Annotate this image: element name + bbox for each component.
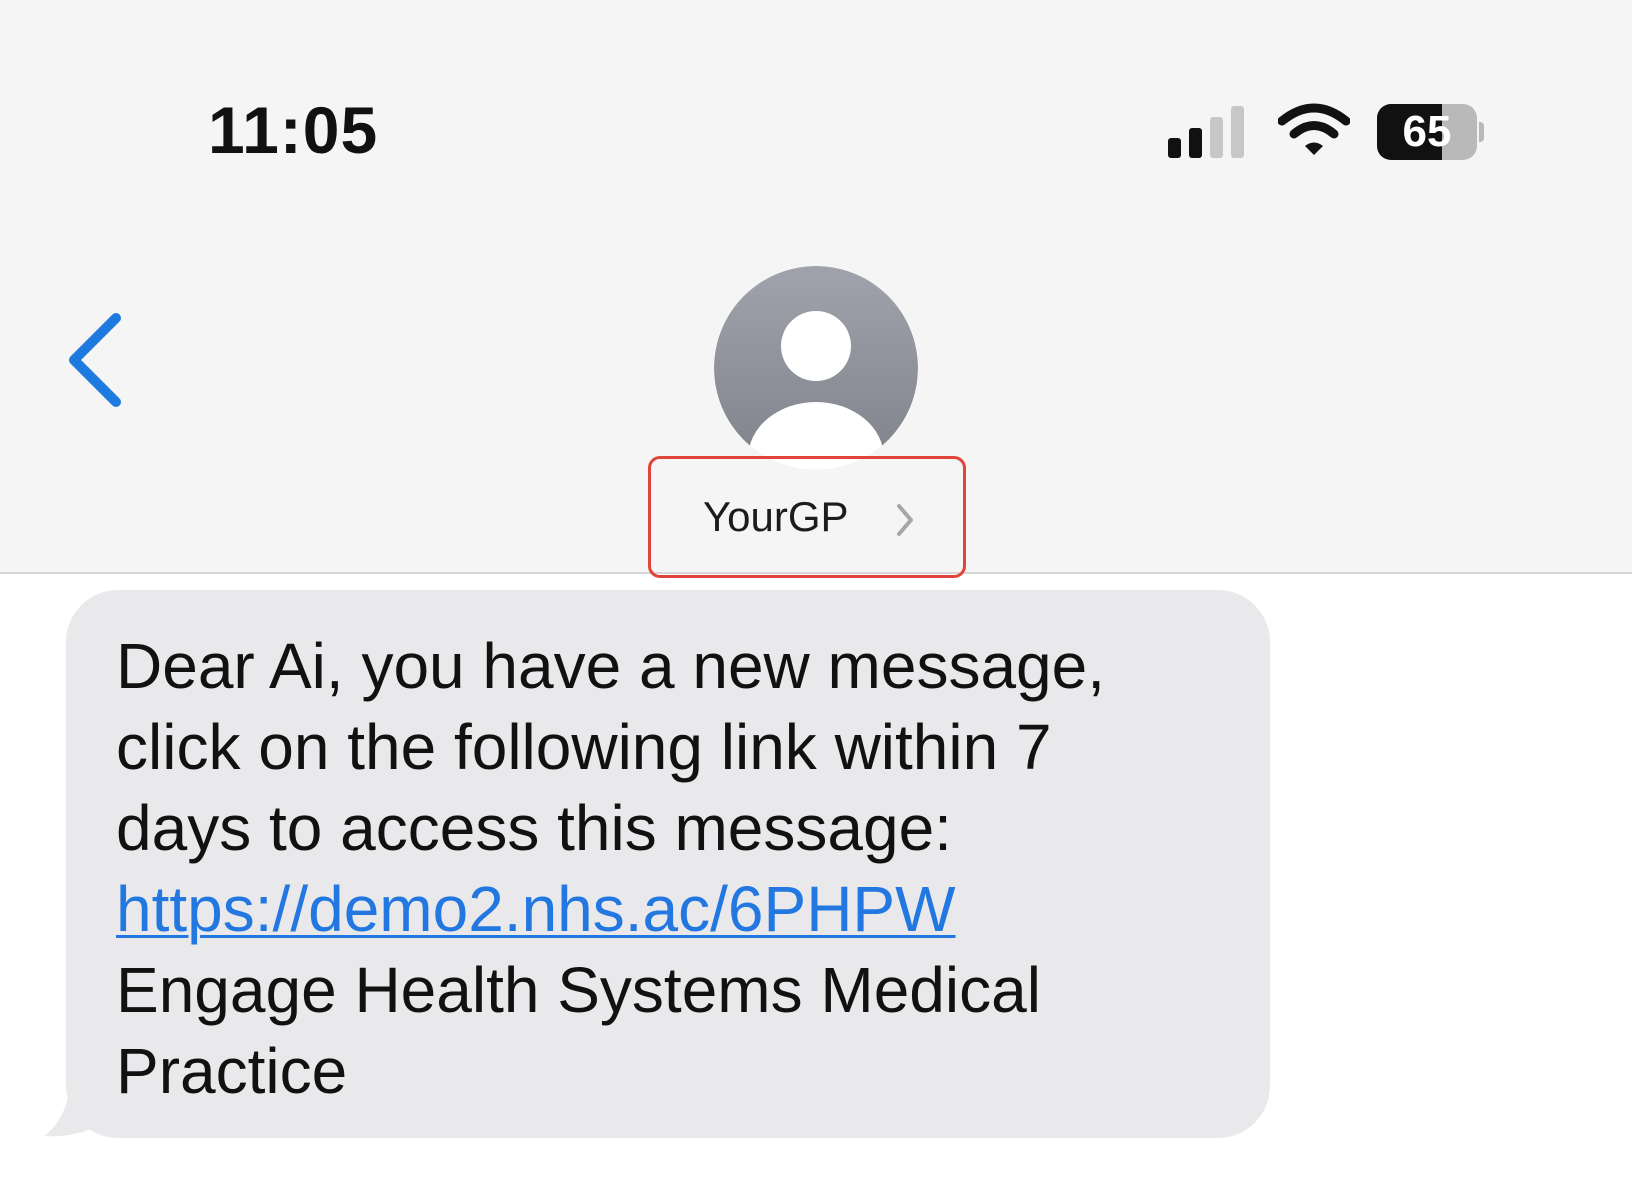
battery-level: 65 — [1402, 107, 1452, 156]
message-bubble-wrap: Dear Ai, you have a new message, click o… — [40, 590, 1280, 1140]
messages-screen: 11:05 65 YourGP Dear Ai, you have a new … — [0, 0, 1632, 1184]
message-text: Dear Ai, you have a new message, click o… — [116, 626, 1230, 1112]
contact-name: YourGP — [703, 493, 849, 540]
contact-name-button[interactable]: YourGP — [648, 456, 966, 578]
battery-body: 65 — [1377, 104, 1477, 160]
message-bubble[interactable]: Dear Ai, you have a new message, click o… — [66, 590, 1270, 1138]
person-silhouette-icon — [714, 266, 918, 470]
battery-nub — [1479, 122, 1484, 142]
conversation-header: 11:05 65 YourGP — [0, 0, 1632, 578]
message-line: click on the following link within 7 — [116, 711, 1052, 783]
status-time: 11:05 — [208, 93, 379, 167]
message-link[interactable]: https://demo2.nhs.ac/6PHPW — [116, 873, 956, 945]
wifi-icon — [1278, 103, 1350, 155]
message-line: days to access this message: — [116, 792, 952, 864]
message-line: Dear Ai, you have a new message, — [116, 630, 1105, 702]
chevron-left-icon[interactable] — [62, 312, 132, 408]
battery-icon: 65 — [1377, 104, 1484, 160]
message-line: Engage Health Systems Medical — [116, 954, 1041, 1026]
avatar[interactable] — [714, 266, 918, 470]
message-line: Practice — [116, 1035, 348, 1107]
chevron-right-icon — [897, 504, 913, 536]
signal-icon — [1168, 106, 1244, 158]
